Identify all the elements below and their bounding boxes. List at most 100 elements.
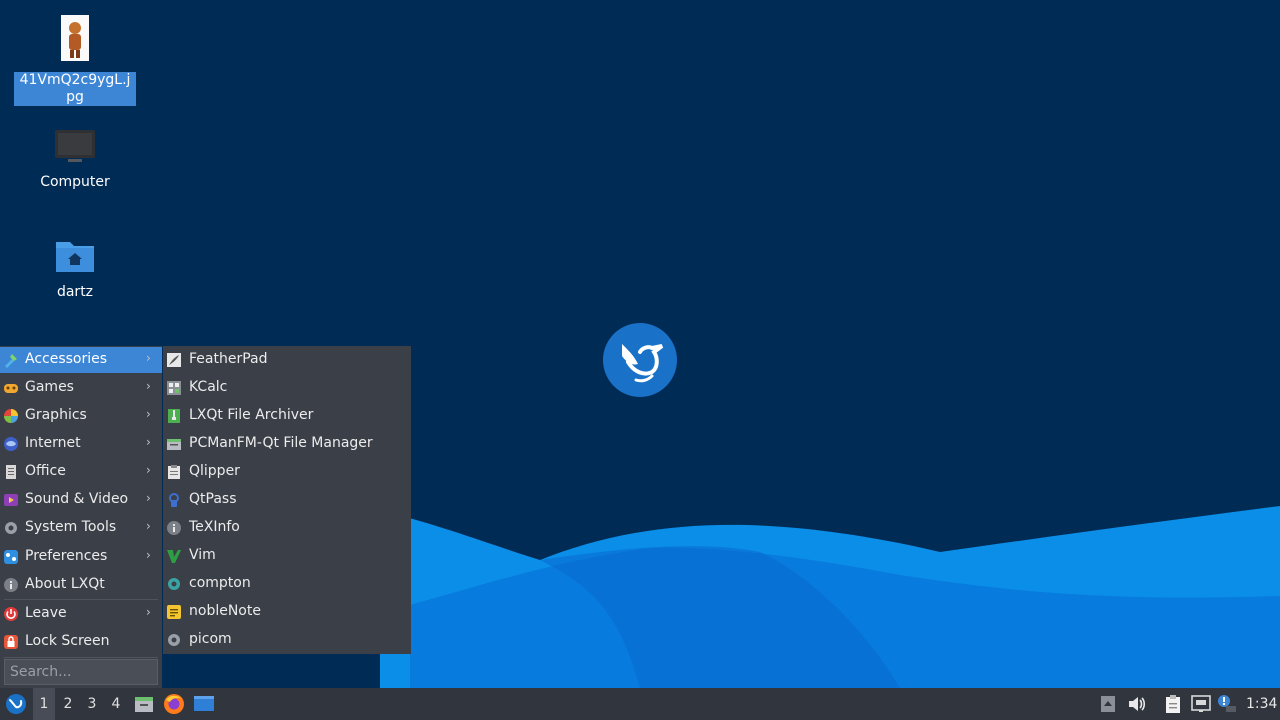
submenu-item-qlipper[interactable]: Qlipper: [163, 458, 411, 486]
gear-icon: [168, 634, 180, 646]
menu-item-label: System Tools: [25, 519, 117, 535]
file-manager-icon: [167, 439, 181, 450]
submenu-item-label: QtPass: [189, 491, 237, 507]
file-manager-launcher[interactable]: [132, 688, 156, 720]
image-file-icon: [61, 15, 89, 61]
menu-item-sound-video[interactable]: Sound & Video ›: [0, 487, 162, 513]
submenu-arrow-icon: ›: [146, 351, 151, 365]
vim-icon: [167, 550, 181, 563]
workspace-1-button[interactable]: 1: [33, 688, 55, 720]
desktop-icon-image-file[interactable]: 41VmQ2c9ygL.jpg: [14, 14, 136, 106]
clipboard-icon: [168, 465, 180, 479]
desktop-icon: [194, 696, 214, 711]
menu-item-games[interactable]: Games ›: [0, 375, 162, 401]
clock[interactable]: 1:34: [1246, 688, 1277, 720]
update-notifier-icon: [1218, 695, 1236, 712]
desktop-icon-home-folder[interactable]: dartz: [14, 236, 136, 301]
lxqt-menu-icon: [6, 694, 26, 714]
home-folder-icon: [56, 242, 94, 272]
taskbar: 1 2 3 4 1:34: [0, 688, 1280, 720]
menu-item-leave[interactable]: Leave ›: [0, 601, 162, 627]
archive-icon: [168, 409, 180, 423]
menu-item-internet[interactable]: Internet ›: [0, 431, 162, 457]
network-icon: [1191, 695, 1211, 712]
submenu-arrow-icon: ›: [146, 548, 151, 562]
lock-icon: [4, 635, 18, 649]
submenu-item-label: Vim: [189, 547, 216, 563]
submenu-item-picom[interactable]: picom: [163, 626, 411, 654]
menu-separator: [4, 599, 158, 600]
power-icon: [4, 607, 18, 621]
submenu-item-label: LXQt File Archiver: [189, 407, 314, 423]
submenu-item-texinfo[interactable]: TeXInfo: [163, 514, 411, 542]
submenu-arrow-icon: ›: [146, 435, 151, 449]
desktop-icon-label: Computer: [40, 174, 110, 190]
menu-item-label: Lock Screen: [25, 633, 110, 649]
main-menu-button[interactable]: [2, 688, 30, 720]
menu-item-label: Internet: [25, 435, 81, 451]
info-icon: [4, 578, 18, 592]
calculator-icon: [167, 381, 181, 395]
submenu-item-label: TeXInfo: [189, 519, 240, 535]
system-tools-icon: [5, 522, 17, 534]
application-menu: Accessories › Games › Graphics › Interne…: [0, 346, 162, 688]
submenu-arrow-icon: ›: [146, 407, 151, 421]
tray-expand-button[interactable]: [1098, 688, 1118, 720]
desktop-icon-computer[interactable]: Computer: [14, 128, 136, 191]
submenu-item-label: KCalc: [189, 379, 228, 395]
submenu-item-lxqt-file-archiver[interactable]: LXQt File Archiver: [163, 402, 411, 430]
menu-item-lock-screen[interactable]: Lock Screen: [0, 629, 162, 655]
submenu-item-label: compton: [189, 575, 251, 591]
menu-separator: [4, 657, 158, 658]
menu-item-system-tools[interactable]: System Tools ›: [0, 515, 162, 541]
submenu-item-pcmanfm-qt[interactable]: PCManFM-Qt File Manager: [163, 430, 411, 458]
submenu-item-label: Qlipper: [189, 463, 240, 479]
network-tray-button[interactable]: [1190, 688, 1212, 720]
menu-item-preferences[interactable]: Preferences ›: [0, 544, 162, 570]
tray-arrow-icon: [1101, 696, 1115, 712]
menu-item-office[interactable]: Office ›: [0, 459, 162, 485]
submenu-item-compton[interactable]: compton: [163, 570, 411, 598]
submenu-item-vim[interactable]: Vim: [163, 542, 411, 570]
submenu-item-noblenote[interactable]: nobleNote: [163, 598, 411, 626]
submenu-item-label: PCManFM-Qt File Manager: [189, 435, 373, 451]
file-manager-icon: [135, 697, 153, 712]
submenu-item-label: picom: [189, 631, 232, 647]
submenu-arrow-icon: ›: [146, 379, 151, 393]
menu-item-label: About LXQt: [25, 576, 105, 592]
accessories-icon: [5, 354, 17, 368]
password-icon: [169, 493, 179, 507]
lxqt-hummingbird-logo: [603, 323, 677, 397]
submenu-arrow-icon: ›: [146, 463, 151, 477]
menu-item-label: Games: [25, 379, 74, 395]
menu-item-label: Sound & Video: [25, 491, 129, 507]
info-icon: [167, 521, 181, 535]
menu-item-about-lxqt[interactable]: About LXQt: [0, 572, 162, 598]
menu-item-graphics[interactable]: Graphics ›: [0, 403, 162, 429]
workspace-2-button[interactable]: 2: [57, 688, 79, 720]
internet-icon: [4, 437, 18, 451]
workspace-3-button[interactable]: 3: [81, 688, 103, 720]
sound-video-icon: [4, 494, 18, 506]
menu-item-label: Leave: [25, 605, 67, 621]
firefox-launcher[interactable]: [162, 688, 186, 720]
submenu-item-featherpad[interactable]: FeatherPad: [163, 346, 411, 374]
gear-icon: [168, 578, 180, 590]
firefox-icon: [164, 694, 184, 714]
clipboard-icon: [1166, 695, 1180, 713]
featherpad-icon: [167, 353, 181, 367]
update-notifier-button[interactable]: [1216, 688, 1238, 720]
menu-search-input[interactable]: Search...: [4, 659, 158, 685]
menu-item-label: Accessories: [25, 351, 108, 367]
volume-button[interactable]: [1126, 688, 1148, 720]
workspace-4-button[interactable]: 4: [105, 688, 127, 720]
clipboard-tray-button[interactable]: [1162, 688, 1184, 720]
show-desktop-launcher[interactable]: [192, 688, 216, 720]
submenu-item-kcalc[interactable]: KCalc: [163, 374, 411, 402]
menu-item-accessories[interactable]: Accessories ›: [0, 347, 162, 373]
submenu-arrow-icon: ›: [146, 605, 151, 619]
office-icon: [6, 465, 16, 479]
menu-item-label: Office: [25, 463, 66, 479]
graphics-icon: [4, 409, 18, 423]
submenu-item-qtpass[interactable]: QtPass: [163, 486, 411, 514]
